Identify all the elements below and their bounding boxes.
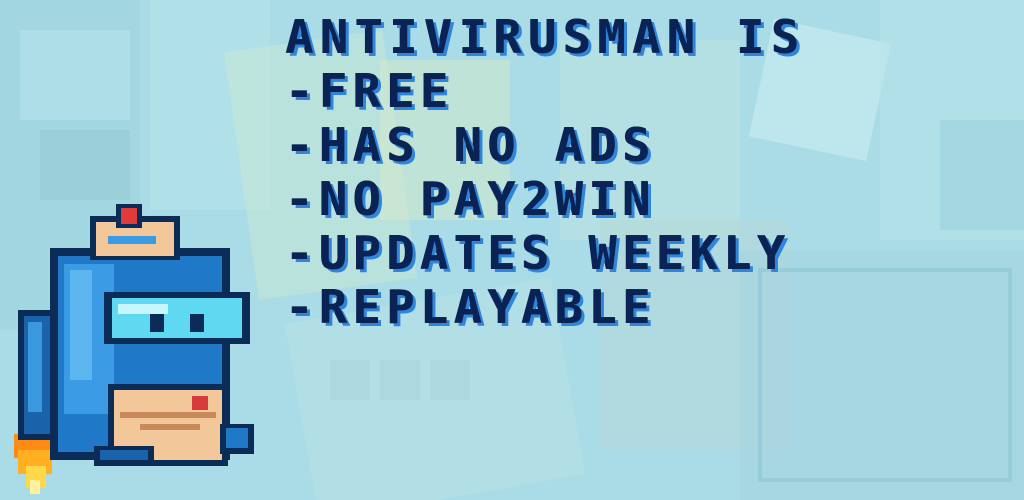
feature-list: Antivirusman is -Free -has no ads -no pa… (286, 10, 806, 334)
headline: Antivirusman is (286, 10, 807, 64)
feature-item-replayable: -replayable (286, 280, 657, 334)
feature-item-no-ads: -has no ads (286, 118, 657, 172)
antivirus-mascot-icon (14, 204, 254, 494)
feature-item-free: -Free (286, 64, 455, 118)
feature-item-updates-weekly: -updates weekly (286, 226, 792, 280)
feature-item-no-pay2win: -no pay2win (286, 172, 657, 226)
red-cap-icon (90, 204, 180, 260)
